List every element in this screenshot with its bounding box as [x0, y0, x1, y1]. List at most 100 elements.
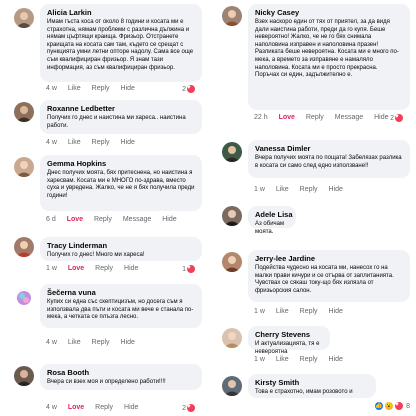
reactions[interactable]: 2 ♥ [180, 403, 196, 413]
love-button[interactable]: Love [68, 404, 84, 411]
like-button[interactable]: Like [276, 308, 289, 315]
reactions[interactable]: 2 ♥ [180, 84, 196, 94]
like-button[interactable]: Like [68, 85, 81, 92]
commenter-name[interactable]: Nicky Casey [255, 8, 403, 17]
reply-button[interactable]: Reply [306, 114, 324, 121]
reply-button[interactable]: Reply [94, 216, 112, 223]
love-button[interactable]: Love [279, 114, 295, 121]
comment-text: Получих го днес и наистина ми хареса.. н… [47, 115, 186, 129]
reply-button[interactable]: Reply [300, 186, 318, 193]
comment-time[interactable]: 4 w [46, 339, 57, 346]
reply-button[interactable]: Reply [300, 356, 318, 363]
heart-reaction-icon: ♥ [394, 401, 405, 411]
comment-bubble: Tracy Linderman Получих го днес! Много м… [40, 237, 202, 261]
hide-button[interactable]: Hide [329, 186, 343, 193]
commenter-name[interactable]: Roxanne Ledbetter [47, 104, 195, 113]
comment-bubble: Cherry Stevens И актуализацията, тя е не… [248, 326, 330, 355]
hide-button[interactable]: Hide [329, 356, 343, 363]
comments-column-left: Alicia Larkin Имам гъста коса от около 8… [0, 0, 208, 416]
commenter-name[interactable]: Adele Lisa [255, 210, 293, 219]
commenter-name[interactable]: Šečerna vuna [47, 288, 195, 297]
commenter-name[interactable]: Kirsty Smith [255, 378, 369, 387]
comment-time[interactable]: 6 d [46, 216, 56, 223]
comment-time[interactable]: 1 w [254, 186, 265, 193]
comment-time[interactable]: 4 w [46, 404, 57, 411]
hide-button[interactable]: Hide [124, 404, 138, 411]
like-button[interactable]: Like [276, 186, 289, 193]
reply-button[interactable]: Reply [92, 339, 110, 346]
commenter-name[interactable]: Rosa Booth [47, 368, 195, 377]
reply-button[interactable]: Reply [95, 265, 113, 272]
comment-bubble: Gemma Hopkins Днес получих моята, бях пр… [40, 155, 202, 211]
comment-actions: 4 w Like Reply Hide 2 ♥ [46, 84, 202, 97]
love-button[interactable]: Love [67, 216, 83, 223]
love-button[interactable]: Love [68, 265, 84, 272]
commenter-name[interactable]: Tracy Linderman [47, 241, 195, 250]
comment-actions: 22 h Love Reply Message Hide 2 ♥ [254, 113, 410, 126]
comment-time[interactable]: 22 h [254, 114, 268, 121]
avatar[interactable] [14, 237, 34, 257]
comment-bubble: Nicky Casey Взех наскоро един от тях от … [248, 4, 410, 110]
comment-bubble: Kirsty Smith Това е страхотно, имам розо… [248, 374, 376, 398]
avatar[interactable] [14, 102, 34, 122]
hide-button[interactable]: Hide [162, 216, 176, 223]
heart-reaction-icon: ♥ [186, 403, 196, 413]
avatar[interactable] [222, 6, 242, 26]
message-button[interactable]: Message [123, 216, 151, 223]
avatar[interactable] [222, 206, 242, 226]
comment-bubble: Roxanne Ledbetter Получих го днес и наис… [40, 100, 202, 134]
commenter-name[interactable]: Alicia Larkin [47, 8, 195, 17]
comments-column-right: Nicky Casey Взех наскоро един от тях от … [208, 0, 416, 416]
reactions[interactable]: 👍 😮 ♥ 8 [374, 401, 410, 411]
comment-bubble: Alicia Larkin Имам гъста коса от около 8… [40, 4, 202, 82]
avatar[interactable] [222, 328, 242, 348]
comment-actions: 4 w Love Reply Hide 2 ♥ [46, 403, 202, 416]
hide-button[interactable]: Hide [121, 85, 135, 92]
avatar[interactable] [222, 252, 242, 272]
avatar[interactable] [14, 157, 34, 177]
reply-button[interactable]: Reply [92, 139, 110, 146]
commenter-name[interactable]: Gemma Hopkins [47, 159, 195, 168]
comment-bubble: Vanessa Dimler Вчера получих моята по по… [248, 140, 410, 178]
reactions[interactable]: 1 ♥ [180, 264, 196, 274]
comment-text: Днес получих моята, бях притеснена, но н… [47, 170, 195, 199]
comment-text: Това е страхотно, имам розовото и [255, 389, 353, 395]
hide-button[interactable]: Hide [124, 265, 138, 272]
heart-reaction-icon: ♥ [394, 113, 404, 123]
comment-time[interactable]: 4 w [46, 85, 57, 92]
like-button[interactable]: Like [68, 339, 81, 346]
heart-reaction-icon: ♥ [186, 264, 196, 274]
like-button[interactable]: Like [68, 139, 81, 146]
like-reaction-icon: 👍 [374, 401, 385, 411]
avatar[interactable] [222, 142, 242, 162]
comment-text: Имам гъста коса от около 8 години и коса… [47, 19, 194, 71]
avatar[interactable] [222, 376, 242, 396]
commenter-name[interactable]: Cherry Stevens [255, 330, 323, 339]
commenter-name[interactable]: Jerry-lee Jardine [255, 254, 403, 263]
comment-time[interactable]: 1 w [254, 356, 265, 363]
hide-button[interactable]: Hide [374, 114, 388, 121]
avatar[interactable] [14, 8, 34, 28]
comment-time[interactable]: 1 w [46, 265, 57, 272]
reply-button[interactable]: Reply [95, 404, 113, 411]
comment-text: Купих си една със скептицизъм, но досега… [47, 299, 194, 321]
comment-bubble: Šečerna vuna Купих си една със скептициз… [40, 284, 202, 328]
wow-reaction-icon: 😮 [384, 401, 395, 411]
hide-button[interactable]: Hide [329, 308, 343, 315]
comment-time[interactable]: 1 w [254, 308, 265, 315]
like-button[interactable]: Like [276, 356, 289, 363]
hide-button[interactable]: Hide [121, 339, 135, 346]
reactions[interactable]: 2 ♥ [388, 113, 404, 123]
reply-button[interactable]: Reply [300, 308, 318, 315]
heart-reaction-icon: ♥ [186, 84, 196, 94]
avatar[interactable] [14, 366, 34, 386]
commenter-name[interactable]: Vanessa Dimler [255, 144, 403, 153]
reply-button[interactable]: Reply [92, 85, 110, 92]
comment-actions: 4 w Like Reply Hide [46, 139, 202, 151]
comment-text: И актуализацията, тя е невероятна [255, 341, 320, 355]
message-button[interactable]: Message [335, 114, 363, 121]
avatar[interactable] [14, 288, 34, 308]
hide-button[interactable]: Hide [121, 139, 135, 146]
comment-time[interactable]: 4 w [46, 139, 57, 146]
comment-bubble: Jerry-lee Jardine Подейства чудесно на к… [248, 250, 410, 302]
